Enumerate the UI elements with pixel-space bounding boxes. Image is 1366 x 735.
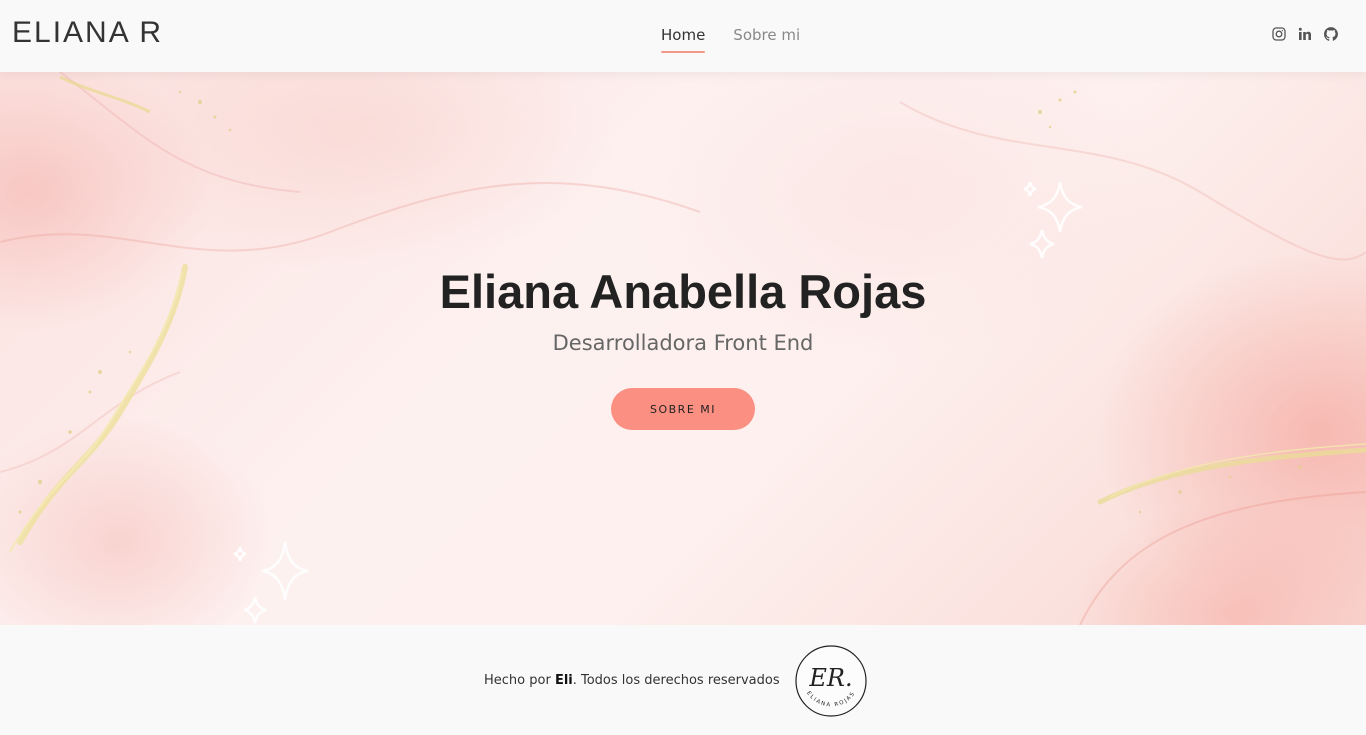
github-icon[interactable] xyxy=(1324,27,1338,41)
brand-logo[interactable]: ELIANA R xyxy=(12,16,163,50)
hero-banner: Eliana Anabella Rojas Desarrolladora Fro… xyxy=(0,72,1366,625)
footer-prefix: Hecho por xyxy=(484,673,555,688)
footer-suffix: . Todos los derechos reservados xyxy=(572,673,780,688)
logo-initials: ER. xyxy=(808,664,852,692)
site-footer: Hecho por Eli. Todos los derechos reserv… xyxy=(0,625,1366,735)
social-links xyxy=(1272,27,1338,41)
linkedin-icon[interactable] xyxy=(1298,27,1312,41)
instagram-icon[interactable] xyxy=(1272,27,1286,41)
footer-author: Eli xyxy=(554,673,573,688)
er-logo: ER. ELIANA ROJAS xyxy=(795,645,867,717)
main-nav: Home Sobre mi xyxy=(661,26,800,53)
nav-home[interactable]: Home xyxy=(661,26,706,53)
site-header: ELIANA R Home Sobre mi xyxy=(0,0,1366,72)
nav-sobre-mi[interactable]: Sobre mi xyxy=(733,26,800,52)
hero-title: Eliana Anabella Rojas xyxy=(439,265,927,318)
footer-copyright: Hecho por Eli. Todos los derechos reserv… xyxy=(484,673,780,688)
hero-subtitle: Desarrolladora Front End xyxy=(552,331,814,355)
hero-content: Eliana Anabella Rojas Desarrolladora Fro… xyxy=(0,72,1366,625)
sobre-mi-button[interactable]: SOBRE MI xyxy=(611,388,755,430)
